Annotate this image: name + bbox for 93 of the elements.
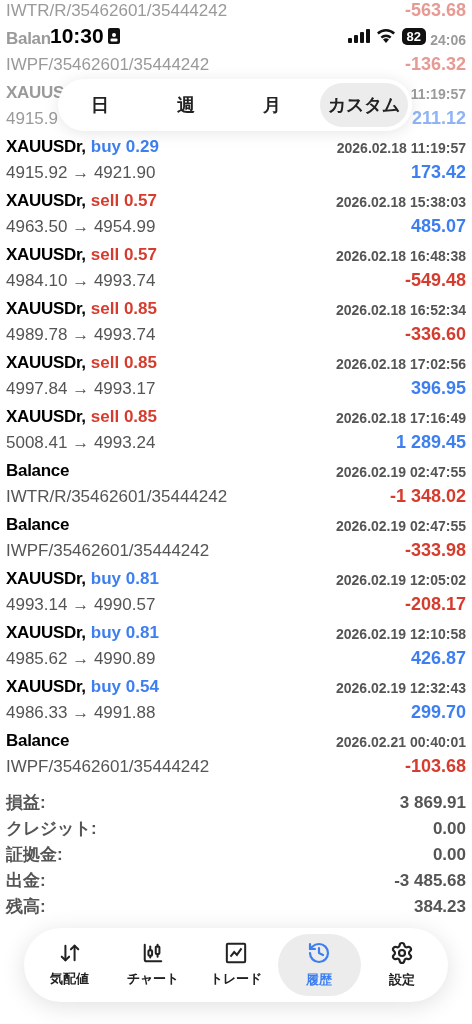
instrument-label: Balance (6, 459, 70, 482)
timestamp: 2026.02.19 02:47:55 (336, 517, 466, 536)
instrument-label: Balance (6, 729, 70, 752)
price-detail: 4997.84 → 4993.17 (6, 377, 156, 400)
battery-level: 82 (401, 27, 426, 45)
instrument-label: XAUUSDr, (6, 405, 86, 428)
line-chart-icon (225, 941, 247, 964)
tab-bar-item[interactable]: トレード (194, 934, 278, 996)
summary-value: 3 869.91 (399, 792, 466, 815)
profit-value: 211.12 (411, 107, 466, 130)
profit-value: 426.87 (410, 647, 466, 670)
order-label: buy 0.54 (90, 675, 159, 698)
price-detail: IWTR/R/35462601/35444242 (6, 0, 228, 22)
price-detail: 5008.41 → 4993.24 (6, 431, 156, 454)
summary-label: クレジット: (6, 818, 97, 841)
summary-value: 0.00 (432, 818, 466, 841)
instrument-label: XAUUSDr, (6, 189, 86, 212)
price-detail: 4984.10 → 4993.74 (6, 269, 156, 292)
timestamp: 2026.02.18 11:19:57 (336, 139, 466, 158)
price-detail: 4986.33 → 4991.88 (6, 701, 156, 724)
instrument-label: XAUUSDr, (6, 675, 86, 698)
profit-value: -563.68 (404, 0, 466, 22)
tab-bar-item[interactable]: 設定 (360, 934, 444, 996)
price-detail: 4993.14 → 4990.57 (6, 593, 156, 616)
price-detail: IWPF/35462601/35444242 (6, 53, 210, 76)
price-detail: 4915.9 (6, 107, 58, 130)
profit-value: 173.42 (410, 161, 466, 184)
order-label: sell 0.57 (90, 189, 157, 212)
instrument-label: XAUUSDr, (6, 297, 86, 320)
profit-value: -103.68 (404, 755, 466, 778)
order-label: sell 0.57 (90, 243, 157, 266)
price-detail: 4963.50 → 4954.99 (6, 215, 156, 238)
candlestick-icon (141, 941, 164, 964)
settings-icon (390, 940, 415, 965)
timestamp: 2026.02.18 16:48:38 (336, 247, 466, 266)
order-label: sell 0.85 (90, 351, 157, 374)
profit-value: 485.07 (410, 215, 466, 238)
instrument-label: XAUUS (6, 81, 64, 104)
clock-time: 10:30 (50, 23, 104, 50)
timestamp: 2026.02.21 00:40:01 (336, 733, 466, 752)
price-detail: IWTR/R/35462601/35444242 (6, 485, 228, 508)
profit-value: -208.17 (404, 593, 466, 616)
instrument-label: XAUUSDr, (6, 135, 86, 158)
price-detail: 4989.78 → 4993.74 (6, 323, 156, 346)
order-label: buy 0.29 (90, 135, 159, 158)
profit-value: 396.95 (410, 377, 466, 400)
instrument-label: Balance (6, 513, 70, 536)
instrument-label: XAUUSDr, (6, 567, 86, 590)
profit-value: -136.32 (404, 53, 466, 76)
order-label: buy 0.81 (90, 567, 159, 590)
tab-bar-item[interactable]: チャート (111, 934, 195, 996)
order-label: sell 0.85 (90, 405, 157, 428)
timestamp: 2026.02.19 12:32:43 (336, 679, 466, 698)
instrument-label: XAUUSDr, (6, 243, 86, 266)
timestamp: 2026.02.18 15:38:03 (336, 193, 466, 212)
price-detail: IWPF/35462601/35444242 (6, 539, 210, 562)
timestamp: 2026.02.19 02:47:55 (336, 463, 466, 482)
instrument-label: Balan (6, 27, 51, 50)
summary-label: 証拠金: (6, 844, 63, 867)
summary-value: 384.23 (414, 896, 466, 919)
summary-label: 残高: (6, 896, 46, 919)
price-detail: IWPF/35462601/35444242 (6, 755, 210, 778)
summary-value: 0.00 (432, 844, 466, 867)
period-tab[interactable]: カスタム (320, 83, 408, 127)
period-tab[interactable]: 月 (234, 83, 310, 127)
summary-label: 損益: (6, 792, 46, 815)
instrument-label: XAUUSDr, (6, 621, 86, 644)
summary-value: -3 485.68 (394, 870, 466, 893)
profit-value: -549.48 (404, 269, 466, 292)
timestamp: 2026.02.19 12:10:58 (336, 625, 466, 644)
order-label: buy 0.81 (90, 621, 159, 644)
price-detail: 4915.92 → 4921.90 (6, 161, 156, 184)
profit-value: 1 289.45 (395, 431, 466, 454)
summary-label: 出金: (6, 870, 46, 893)
profit-value: 299.70 (410, 701, 466, 724)
tab-bar-item[interactable]: 気配値 (28, 934, 112, 996)
timestamp: 24:06 (430, 31, 466, 50)
timestamp: 2026.02.18 16:52:34 (336, 301, 466, 320)
profit-value: -333.98 (404, 539, 466, 562)
timestamp: 2026.02.18 17:16:49 (336, 409, 466, 428)
history-icon (307, 940, 332, 965)
timestamp: 2026.02.19 12:05:02 (336, 571, 466, 590)
wifi-icon (375, 29, 396, 43)
period-tab[interactable]: 週 (148, 83, 224, 127)
price-detail: 4985.62 → 4990.89 (6, 647, 156, 670)
timestamp: 2026.02.18 17:02:56 (336, 355, 466, 374)
instrument-label: XAUUSDr, (6, 351, 86, 374)
profit-value: -336.60 (404, 323, 466, 346)
timestamp: 11:19:57 (410, 85, 466, 104)
order-label: sell 0.85 (90, 297, 157, 320)
period-tab[interactable]: 日 (62, 83, 138, 127)
signal-icon (347, 29, 370, 43)
profit-value: -1 348.02 (389, 485, 466, 508)
